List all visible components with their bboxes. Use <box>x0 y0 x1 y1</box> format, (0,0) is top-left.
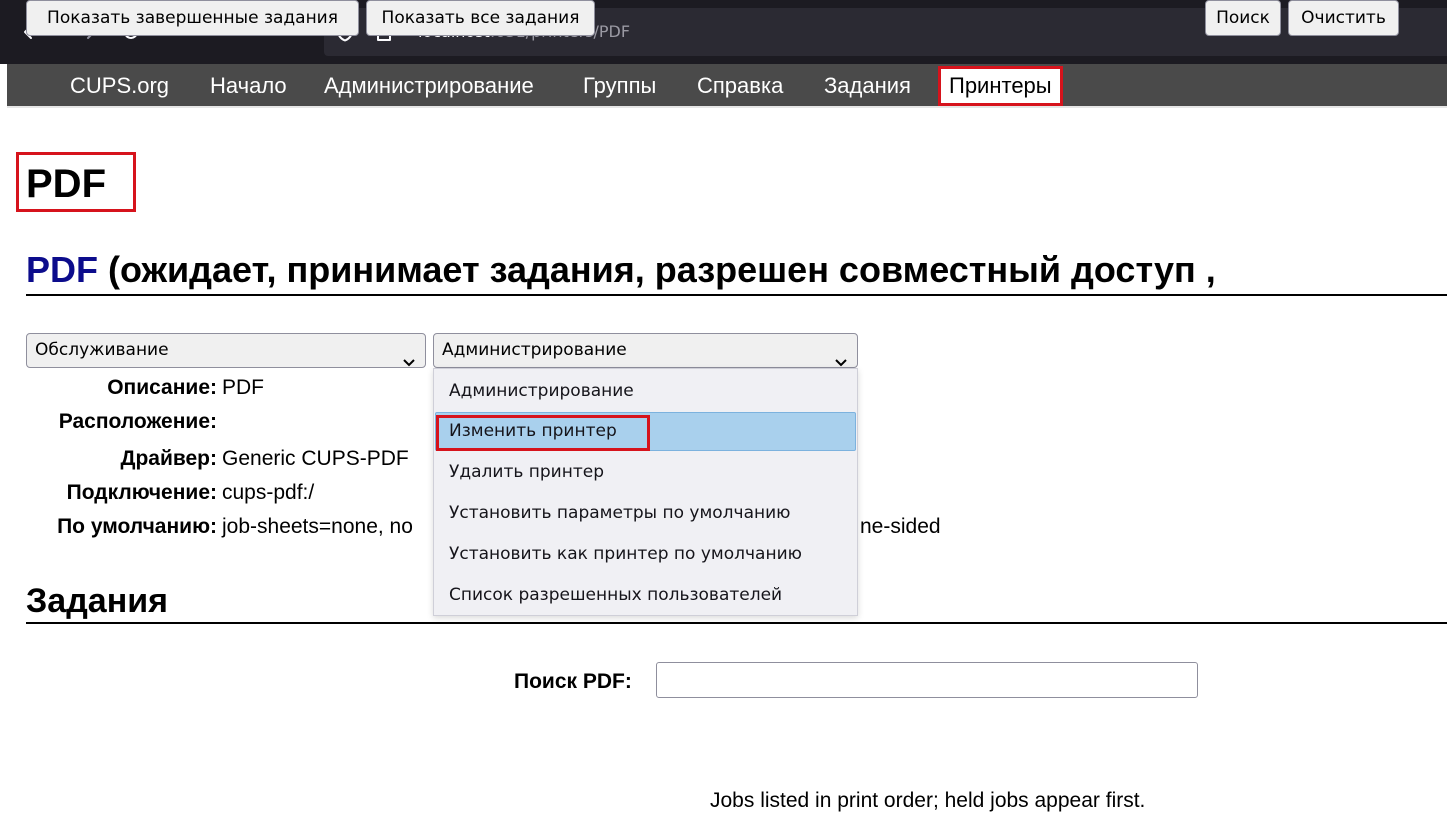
defaults-value-start: job-sheets=none, no <box>222 515 413 538</box>
dropdown-option-set-default-options[interactable]: Установить параметры по умолчанию <box>435 494 856 533</box>
administration-select[interactable]: Администрирование <box>433 333 858 368</box>
dropdown-option-allowed-users[interactable]: Список разрешенных пользователей <box>435 576 856 615</box>
nav-printers[interactable]: Принтеры <box>938 66 1063 106</box>
dropdown-option-set-as-default[interactable]: Установить как принтер по умолчанию <box>435 535 856 574</box>
nav-help[interactable]: Справка <box>697 72 783 100</box>
printer-status: (ожидает, принимает задания, разрешен со… <box>98 249 1216 290</box>
description-value: PDF <box>222 376 264 399</box>
description-label: Описание: <box>107 376 217 399</box>
dropdown-option-administration[interactable]: Администрирование <box>435 372 856 411</box>
show-all-jobs-button[interactable]: Показать все задания <box>366 0 595 36</box>
administration-dropdown-list: Администрирование Изменить принтер Удали… <box>433 368 858 616</box>
show-completed-jobs-button[interactable]: Показать завершенные задания <box>26 0 359 36</box>
printer-name-link[interactable]: PDF <box>26 249 98 290</box>
clear-button[interactable]: Очистить <box>1288 0 1399 36</box>
option-highlight-box <box>436 415 650 451</box>
search-input[interactable] <box>656 662 1198 698</box>
title-highlight-box <box>16 152 136 212</box>
defaults-value-end: ne-sided <box>860 515 941 538</box>
nav-jobs[interactable]: Задания <box>824 72 911 100</box>
printer-heading: PDF (ожидает, принимает задания, разреше… <box>26 246 1447 296</box>
nav-cups-org[interactable]: CUPS.org <box>70 72 169 100</box>
connection-value: cups-pdf:/ <box>222 481 315 504</box>
driver-label: Драйвер: <box>120 447 217 470</box>
driver-value: Generic CUPS-PDF <box>222 447 409 470</box>
administration-select-value: Администрирование <box>442 340 627 360</box>
jobs-note: Jobs listed in print order; held jobs ap… <box>710 789 1146 812</box>
defaults-label: По умолчанию: <box>57 515 217 538</box>
location-label: Расположение: <box>58 410 217 433</box>
search-button[interactable]: Поиск <box>1205 0 1281 36</box>
nav-home[interactable]: Начало <box>210 72 287 100</box>
connection-label: Подключение: <box>66 481 217 504</box>
maintenance-select-value: Обслуживание <box>35 340 169 360</box>
cups-nav-bar: CUPS.org Начало Администрирование Группы… <box>7 64 1447 108</box>
dropdown-option-delete-printer[interactable]: Удалить принтер <box>435 453 856 492</box>
nav-administration[interactable]: Администрирование <box>324 72 534 100</box>
maintenance-select[interactable]: Обслуживание <box>26 333 426 368</box>
search-label: Поиск PDF: <box>514 670 632 693</box>
nav-classes[interactable]: Группы <box>583 72 656 100</box>
